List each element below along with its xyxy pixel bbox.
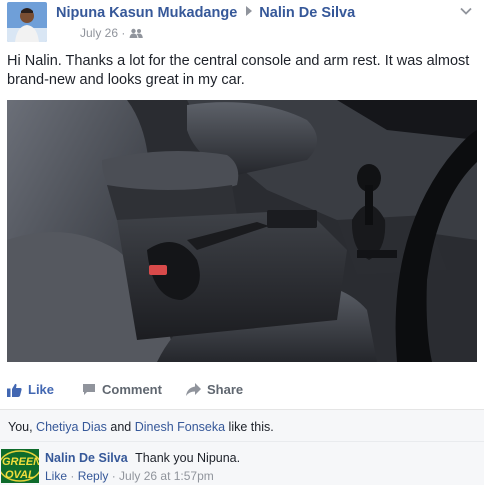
recipient-name-link[interactable]: Nalin De Silva — [259, 5, 355, 21]
arrow-right-icon — [246, 6, 253, 16]
commenter-name-link[interactable]: Nalin De Silva — [45, 451, 128, 465]
share-icon — [186, 383, 201, 396]
chevron-down-icon[interactable] — [459, 4, 473, 18]
post-date[interactable]: July 26 — [80, 26, 118, 40]
post-actions: Like Comment Share — [0, 378, 484, 404]
likes-prefix: You, — [8, 420, 37, 434]
likes-and: and — [106, 420, 135, 434]
comment-meta: Like · Reply · July 26 at 1:57pm — [45, 469, 214, 483]
meta-separator: · — [121, 26, 126, 40]
comment-like-link[interactable]: Like — [45, 469, 67, 483]
comment-timestamp[interactable]: July 26 at 1:57pm — [119, 469, 214, 483]
liker-link-2[interactable]: Dinesh Fonseka — [135, 420, 225, 434]
likes-suffix: like this. — [225, 420, 274, 434]
like-label: Like — [28, 382, 55, 397]
share-label: Share — [207, 382, 244, 397]
post-photo[interactable] — [7, 100, 477, 362]
comment-text: Thank you Nipuna. — [135, 451, 241, 465]
post-author-line: Nipuna Kasun Mukadange Nalin De Silva — [56, 5, 355, 21]
comment-body: Nalin De Silva Thank you Nipuna. — [45, 451, 240, 465]
comment-item: GREEN OVAL Nalin De Silva Thank you Nipu… — [0, 441, 484, 485]
comment-meta-dot-2: · — [108, 469, 120, 483]
avatar-logo-line2: OVAL — [5, 469, 35, 481]
post-header: Nipuna Kasun Mukadange Nalin De Silva Jul… — [0, 0, 484, 46]
liker-link-1[interactable]: Chetiya Dias — [36, 420, 107, 434]
comment-meta-dot-1: · — [67, 469, 78, 483]
post-text: Hi Nalin. Thanks a lot for the central c… — [7, 53, 470, 88]
like-icon — [7, 383, 22, 397]
author-name-link[interactable]: Nipuna Kasun Mukadange — [56, 5, 237, 21]
comment-label: Comment — [102, 382, 162, 397]
people-icon[interactable] — [129, 28, 143, 38]
comment-reply-link[interactable]: Reply — [78, 469, 109, 483]
avatar-logo-line1: GREEN — [2, 456, 39, 468]
share-button[interactable]: Share — [186, 382, 243, 397]
commenter-avatar[interactable]: GREEN OVAL — [1, 449, 39, 483]
comment-icon — [83, 384, 95, 395]
author-avatar[interactable] — [7, 2, 47, 42]
likes-summary: You, Chetiya Dias and Dinesh Fonseka lik… — [0, 409, 484, 442]
post-meta: July 26 · — [80, 26, 143, 40]
comment-button[interactable]: Comment — [82, 382, 162, 397]
like-button[interactable]: Like — [7, 382, 54, 397]
